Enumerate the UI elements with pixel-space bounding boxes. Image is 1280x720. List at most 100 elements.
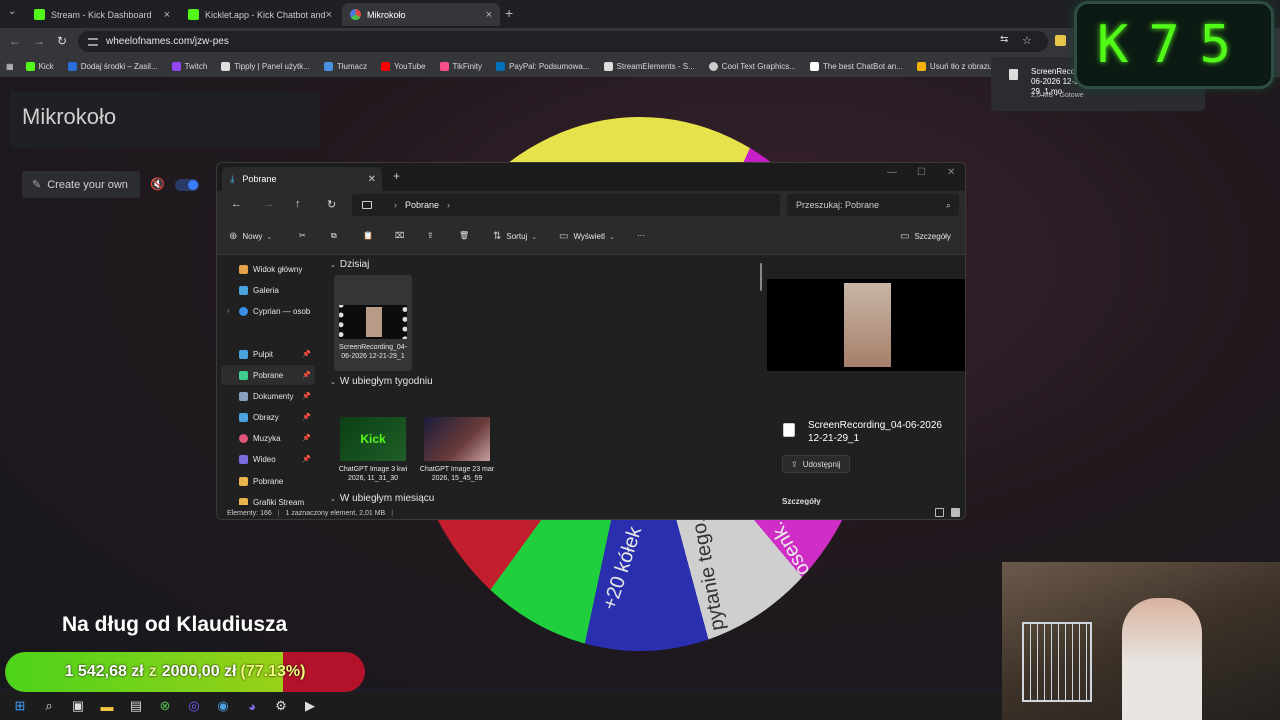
- bookmark-item[interactable]: Twitch: [171, 61, 207, 71]
- pin-icon[interactable]: 📌: [302, 350, 311, 358]
- sort-button[interactable]: ⇅ Sortuj ⌄: [493, 231, 537, 242]
- share-button[interactable]: ⇪ Udostępnij: [782, 455, 850, 473]
- bookmark-item[interactable]: YouTube: [381, 61, 426, 71]
- paste-icon[interactable]: 📋: [363, 231, 373, 240]
- bookmark-item[interactable]: Cool Text Graphics...: [708, 61, 796, 71]
- explorer-tab[interactable]: ⤓ Pobrane ✕: [222, 167, 382, 191]
- wheel-segment-label: pytanie tego...: [685, 504, 730, 633]
- new-button[interactable]: ⊕ Nowy ⌄: [229, 231, 272, 242]
- maximize-icon[interactable]: ☐: [917, 167, 926, 178]
- xbox-icon[interactable]: ⊗: [155, 696, 175, 716]
- bookmark-item[interactable]: TikFinity: [439, 61, 482, 71]
- site-info-icon[interactable]: [88, 37, 98, 46]
- steam-icon[interactable]: ⚙: [271, 696, 291, 716]
- sidebar-item-pictures[interactable]: Obrazy 📌: [221, 407, 315, 427]
- search-icon[interactable]: ⌕: [39, 696, 59, 716]
- media-player-icon[interactable]: ▶: [300, 696, 320, 716]
- apps-icon[interactable]: ▦: [6, 62, 14, 71]
- up-icon[interactable]: ↑: [295, 198, 301, 210]
- app-icon[interactable]: ◎: [184, 696, 204, 716]
- group-header-last-week[interactable]: ⌄ W ubiegłym tygodniu: [330, 376, 433, 387]
- chevron-right-icon[interactable]: ›: [227, 308, 229, 315]
- share-icon[interactable]: ⇪: [427, 231, 434, 240]
- chevron-right-icon[interactable]: ›: [447, 200, 450, 210]
- kick-icon: [25, 61, 35, 71]
- details-view-icon[interactable]: [935, 508, 944, 517]
- details-button[interactable]: ▭ Szczegóły: [900, 231, 951, 242]
- delete-icon[interactable]: 🗑: [459, 231, 469, 240]
- notepad-icon[interactable]: ▤: [126, 696, 146, 716]
- task-view-icon[interactable]: ▣: [68, 696, 88, 716]
- forward-icon[interactable]: →: [263, 198, 274, 210]
- pin-icon[interactable]: 📌: [302, 455, 311, 463]
- star-icon[interactable]: ☆: [1022, 34, 1032, 47]
- bookmark-item[interactable]: Usuń tło z obrazu: [916, 61, 992, 71]
- paypal-icon: [496, 61, 506, 71]
- rename-icon[interactable]: ⌧: [395, 231, 404, 240]
- tab-mikrokolo[interactable]: Mikrokoło ×: [342, 3, 500, 26]
- bookmark-item[interactable]: The best ChatBot an...: [809, 61, 903, 71]
- copy-icon[interactable]: ⧉: [331, 231, 337, 241]
- sound-toggle[interactable]: [175, 179, 199, 191]
- close-icon[interactable]: ×: [486, 9, 492, 21]
- bookmark-item[interactable]: Dodaj środki – Zasil...: [67, 61, 158, 71]
- sidebar-item-desktop[interactable]: Pulpit 📌: [221, 344, 315, 364]
- create-your-own-button[interactable]: ✎ Create your own: [22, 171, 140, 198]
- refresh-icon[interactable]: ↻: [327, 198, 336, 211]
- breadcrumb-item[interactable]: Pobrane: [405, 200, 439, 210]
- bookmark-item[interactable]: PayPal: Podsumowa...: [496, 61, 590, 71]
- mute-icon[interactable]: 🔇: [150, 177, 165, 191]
- minimize-icon[interactable]: —: [887, 167, 897, 178]
- discord-icon[interactable]: ◕: [242, 696, 262, 716]
- sidebar-item-videos[interactable]: Wideo 📌: [221, 449, 315, 469]
- group-header-today[interactable]: ⌄ Dzisiaj: [330, 259, 369, 270]
- extension-icon[interactable]: [1055, 35, 1066, 46]
- reload-icon[interactable]: ↻: [57, 34, 67, 48]
- close-icon[interactable]: ×: [164, 9, 170, 21]
- sidebar-item-documents[interactable]: Dokumenty 📌: [221, 386, 315, 406]
- pin-icon[interactable]: 📌: [302, 392, 311, 400]
- bookmark-item[interactable]: StreamElements - S...: [603, 61, 695, 71]
- tab-kick-dashboard[interactable]: Stream - Kick Dashboard ×: [26, 3, 178, 26]
- back-icon[interactable]: ←: [231, 198, 242, 210]
- separator: |: [277, 509, 280, 517]
- close-icon[interactable]: ✕: [368, 174, 376, 185]
- pin-icon[interactable]: 📌: [302, 434, 311, 442]
- bookmark-item[interactable]: Tipply | Panel użytk...: [221, 61, 310, 71]
- group-header-last-month[interactable]: ⌄ W ubiegłym miesiącu: [330, 493, 434, 504]
- close-icon[interactable]: ×: [326, 9, 332, 21]
- tab-kicklet[interactable]: Kicklet.app - Kick Chatbot and ×: [180, 3, 340, 26]
- sidebar-item-gallery[interactable]: Galeria: [221, 280, 315, 300]
- sidebar-item-music[interactable]: Muzyka 📌: [221, 428, 315, 448]
- forward-icon[interactable]: →: [33, 34, 45, 48]
- bookmark-item[interactable]: Tłumacz: [323, 61, 367, 71]
- group-label: W ubiegłym miesiącu: [339, 493, 435, 504]
- sidebar-item-downloads-folder[interactable]: Pobrane: [221, 471, 315, 491]
- file-item[interactable]: ChatGPT Image 23 mar 2026, 15_45_59: [418, 411, 496, 483]
- sidebar-item-onedrive[interactable]: › Cyprian — osob: [221, 301, 315, 321]
- pin-icon[interactable]: 📌: [302, 413, 311, 421]
- cut-icon[interactable]: ✂: [299, 231, 306, 240]
- pin-icon[interactable]: 📌: [302, 371, 311, 379]
- sidebar-item-home[interactable]: Widok główny: [221, 259, 315, 279]
- bookmark-item[interactable]: Kick: [25, 61, 54, 71]
- back-icon[interactable]: ←: [9, 34, 21, 48]
- windows-start-icon[interactable]: ⊞: [10, 696, 30, 716]
- more-icon[interactable]: ···: [637, 231, 645, 240]
- search-input[interactable]: Przeszukaj: Pobrane ⌕: [787, 194, 959, 216]
- view-button[interactable]: ▭ Wyświetl ⌄: [559, 231, 615, 242]
- file-item[interactable]: ScreenRecording_04-06-2026 12-21-29_1: [334, 275, 412, 371]
- file-item[interactable]: Kick ChatGPT Image 3 kwi 2026, 11_31_30: [334, 411, 412, 483]
- sidebar-item-downloads[interactable]: Pobrane 📌: [221, 365, 315, 385]
- translate-icon[interactable]: ⇆: [1000, 34, 1008, 45]
- scrollbar[interactable]: [760, 263, 762, 291]
- close-window-icon[interactable]: ✕: [947, 167, 955, 178]
- file-explorer-icon[interactable]: ▬: [97, 696, 117, 716]
- tab-search-icon[interactable]: ⌄: [8, 6, 16, 17]
- chrome-icon[interactable]: ◉: [213, 696, 233, 716]
- url-input[interactable]: wheelofnames.com/jzw-pes: [78, 31, 1048, 52]
- new-tab-button[interactable]: +: [393, 169, 400, 183]
- breadcrumb[interactable]: › Pobrane ›: [352, 194, 780, 216]
- large-icons-view-icon[interactable]: [951, 508, 960, 517]
- new-tab-button[interactable]: +: [505, 5, 513, 21]
